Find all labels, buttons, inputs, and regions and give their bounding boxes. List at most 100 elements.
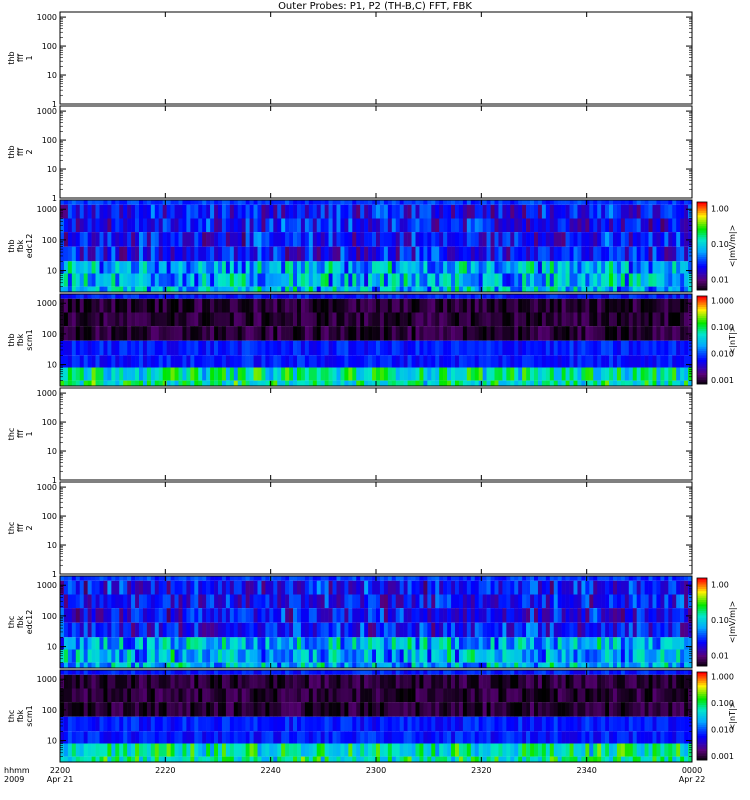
spectrogram-cell — [285, 312, 290, 327]
spectrogram-cell — [379, 688, 385, 703]
spectrogram-cell — [589, 200, 594, 205]
spectrogram-cell — [403, 261, 408, 274]
spectrogram-cell — [139, 580, 144, 595]
spectrogram-cell — [265, 608, 270, 623]
spectrogram-cell — [214, 200, 219, 205]
spectrogram-cell — [146, 367, 152, 381]
spectrogram-cell — [115, 637, 120, 650]
spectrogram-cell — [368, 340, 373, 356]
spectrogram-cell — [616, 576, 622, 581]
spectrogram-cell — [407, 218, 412, 233]
spectrogram-cell — [455, 367, 460, 381]
spectrogram-cell — [498, 261, 503, 274]
spectrogram-cell — [644, 298, 649, 313]
spectrogram-cell — [304, 380, 310, 386]
spectrogram-cell — [344, 670, 349, 675]
spectrogram-cell — [186, 200, 191, 205]
spectrogram-cell — [312, 637, 318, 650]
spectrogram-cell — [214, 273, 219, 287]
spectrogram-cell — [249, 204, 254, 219]
spectrogram-cell — [632, 246, 637, 262]
spectrogram-cell — [229, 580, 235, 595]
spectrogram-cell — [229, 380, 235, 386]
spectrogram-cell — [403, 580, 408, 595]
spectrogram-cell — [514, 273, 519, 287]
spectrogram-cell — [131, 246, 136, 262]
spectrogram-cell — [87, 204, 92, 219]
spectrogram-cell — [593, 246, 598, 262]
spectrogram-cell — [253, 594, 258, 609]
spectrogram-cell — [139, 298, 144, 313]
spectrogram-cell — [439, 380, 444, 386]
spectrogram-cell — [561, 576, 566, 581]
spectrogram-cell — [190, 294, 195, 299]
spectrogram-cell — [368, 232, 373, 247]
spectrogram-cell — [514, 218, 519, 233]
spectrogram-cell — [229, 662, 235, 668]
spectrogram-cell — [668, 326, 673, 341]
panel-label-thb-fbk-edc12-1: fbk — [16, 239, 25, 252]
spectrogram-cell — [660, 312, 665, 327]
y-tick-label: 1000 — [37, 483, 57, 492]
spectrogram-cell — [253, 286, 258, 292]
spectrogram-cell — [482, 261, 487, 274]
spectrogram-cell — [557, 273, 562, 287]
spectrogram-cell — [372, 232, 377, 247]
spectrogram-cell — [249, 608, 254, 623]
spectrogram-cell — [478, 594, 483, 609]
spectrogram-cell — [368, 576, 373, 581]
spectrogram-cell — [79, 200, 84, 205]
spectrogram-cell — [139, 670, 144, 675]
spectrogram-cell — [162, 662, 167, 668]
spectrogram-cell — [443, 670, 448, 675]
spectrogram-cell — [664, 674, 669, 689]
spectrogram-cell — [597, 326, 602, 341]
spectrogram-cell — [198, 576, 203, 581]
spectrogram-cell — [589, 298, 594, 313]
spectrogram-cell — [75, 246, 81, 262]
spectrogram-cell — [443, 200, 448, 205]
y-tick-label: 1 — [52, 570, 57, 579]
spectrogram-cell — [324, 232, 329, 247]
spectrogram-cell — [565, 674, 570, 689]
spectrogram-cell — [83, 261, 88, 274]
spectrogram-cell — [340, 246, 345, 262]
spectrogram-cell — [672, 622, 677, 638]
spectrogram-cell — [135, 637, 140, 650]
panel-frame — [59, 387, 693, 481]
spectrogram-cell — [194, 204, 199, 219]
spectrogram-cell — [99, 637, 104, 650]
spectrogram-cell — [320, 580, 325, 595]
spectrogram-cell — [526, 674, 531, 689]
spectrogram-cell — [514, 674, 519, 689]
spectrogram-cell — [557, 286, 562, 292]
spectrogram-cell — [439, 232, 444, 247]
spectrogram-cell — [581, 294, 586, 299]
spectrogram-cell — [640, 674, 645, 689]
spectrogram-cell — [166, 637, 171, 650]
spectrogram-cell — [75, 218, 81, 233]
spectrogram-cell — [328, 261, 333, 274]
spectrogram-cell — [142, 594, 148, 609]
spectrogram-cell — [526, 312, 531, 327]
colorbar-segment — [697, 259, 707, 262]
spectrogram-cell — [431, 608, 436, 623]
spectrogram-cell — [316, 261, 321, 274]
spectrogram-cell — [403, 326, 408, 341]
spectrogram-cell — [522, 200, 527, 205]
spectrogram-cell — [277, 622, 282, 638]
spectrogram-cell — [530, 294, 535, 299]
spectrogram-cell — [237, 326, 242, 341]
colorbar-segment — [697, 320, 707, 323]
spectrogram-cell — [605, 622, 610, 638]
spectrogram-cell — [684, 594, 689, 609]
spectrogram-cell — [158, 594, 163, 609]
spectrogram-cell — [486, 261, 491, 274]
spectrogram-cell — [269, 594, 274, 609]
spectrogram-cell — [423, 340, 428, 356]
spectrogram-cell — [300, 286, 306, 292]
spectrogram-cell — [569, 576, 574, 581]
spectrogram-cell — [620, 662, 626, 668]
spectrogram-cell — [340, 637, 345, 650]
spectrogram-cell — [273, 326, 278, 341]
